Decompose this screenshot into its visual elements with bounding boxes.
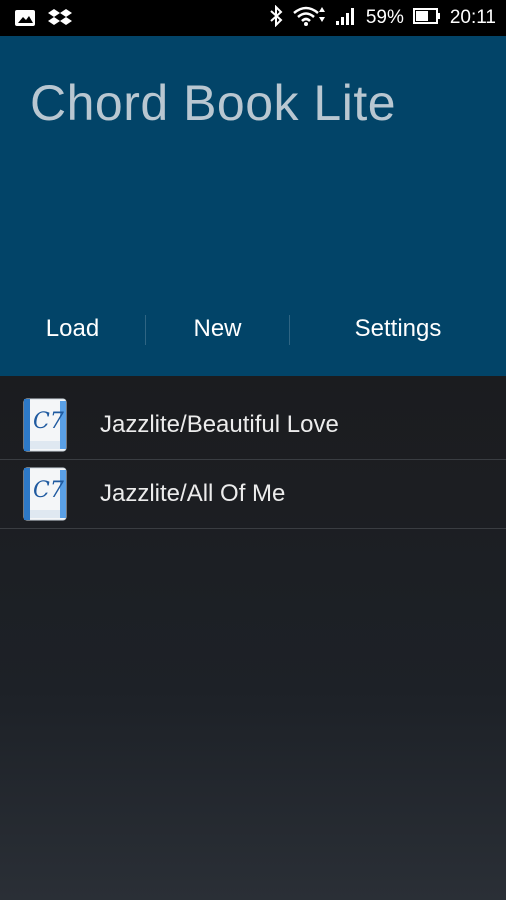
new-button[interactable]: New <box>146 311 289 347</box>
dropbox-icon <box>48 8 72 33</box>
bluetooth-icon <box>269 4 283 32</box>
clock: 20:11 <box>449 7 496 28</box>
chord-file-icon: C7 <box>22 397 68 453</box>
file-list: C7 Jazzlite/Beautiful Love C7 Jazzlite/A… <box>0 376 506 900</box>
app-title: Chord Book Lite <box>30 75 397 131</box>
action-bar: Load New Settings <box>0 311 506 347</box>
list-item[interactable]: C7 Jazzlite/Beautiful Love <box>0 391 506 460</box>
list-item-label: Jazzlite/All Of Me <box>100 480 286 507</box>
settings-button[interactable]: Settings <box>290 311 506 347</box>
screen: 59% 20:11 Chord Book Lite Load New Setti… <box>0 0 506 900</box>
status-bar: 59% 20:11 <box>0 0 506 36</box>
signal-icon <box>335 6 357 31</box>
battery-percent: 59% <box>365 7 404 28</box>
load-button[interactable]: Load <box>0 311 145 347</box>
list-item-label: Jazzlite/Beautiful Love <box>100 411 339 438</box>
gallery-icon <box>14 9 36 32</box>
chord-file-icon: C7 <box>22 466 68 522</box>
wifi-icon <box>292 5 326 32</box>
svg-text:C7: C7 <box>33 409 64 434</box>
app-header: Chord Book Lite Load New Settings <box>0 36 506 376</box>
battery-icon <box>412 7 441 30</box>
svg-text:C7: C7 <box>33 478 64 503</box>
list-item[interactable]: C7 Jazzlite/All Of Me <box>0 460 506 529</box>
